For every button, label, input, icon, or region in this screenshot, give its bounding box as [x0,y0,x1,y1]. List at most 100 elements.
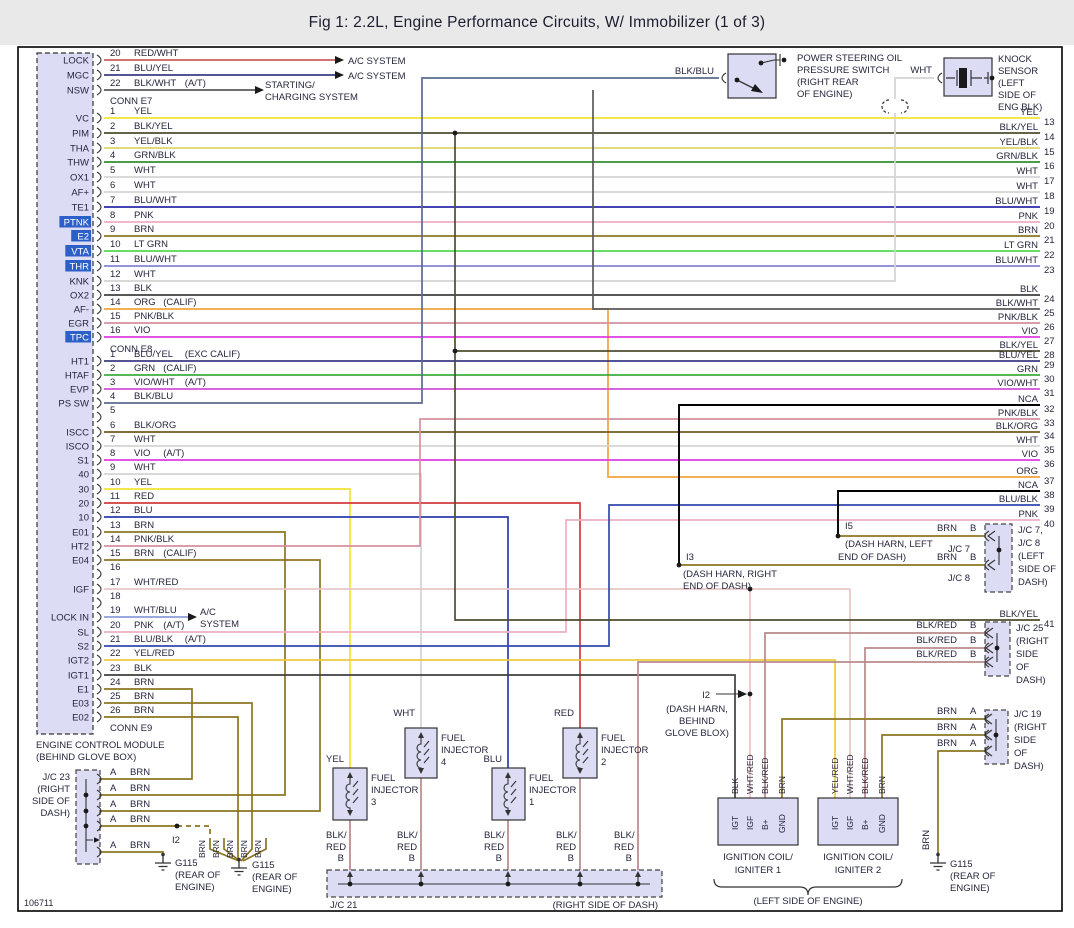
label: BLK/ [614,830,635,841]
edge-wire-number: 19 [1044,206,1055,217]
label: 3 [371,797,376,808]
pin-number: 11 [110,254,120,265]
engine-brace [714,879,902,895]
label: B [970,523,976,534]
ecm-pin-arc [97,641,101,651]
ecm-pin-arc [97,469,101,479]
wire-color-label: BLK/ORG [134,420,176,431]
label: BRN [877,776,887,794]
edge-wire-number: 37 [1044,476,1055,487]
ecm-pin-arc [97,584,101,594]
pin-number: 1 [110,106,115,117]
edge-wire-number: 18 [1044,191,1055,202]
label: WHT/RED [745,754,755,794]
label: A [970,738,977,749]
starting-system: STARTING/ [265,80,315,91]
edge-wire-number: 33 [1044,418,1055,429]
pin-number: 3 [110,377,115,388]
label: GND [877,814,887,833]
edge-wire-color: PNK [1018,509,1038,520]
splice-i2: I2 [702,690,710,701]
label: WHT/RED [845,754,855,794]
edge-wire-number: 27 [1044,336,1055,347]
wire-knk-sensor2 [895,78,934,99]
junction-dot [419,882,424,887]
wire-s2 [104,505,1040,646]
ecm-pin-arc [97,384,101,394]
wire-color-label: BLK/YEL [134,121,173,132]
label: BRN [937,552,957,563]
ecm-pin-name: MGC [67,71,89,82]
edge-wire-color: BLU/WHT [995,196,1038,207]
wire-color-label: YEL/BLK [134,136,173,147]
label: RED [326,842,346,853]
label: B [338,853,344,864]
pin-number: 15 [110,548,121,559]
wire-color-label: WHT [134,269,156,280]
ecm-pin-arc [97,512,101,522]
label: ENGINE) [950,883,990,894]
edge-wire-color: BLK [1020,284,1039,295]
label: DASH) [1016,675,1046,686]
edge-wire-color: YEL/BLK [999,137,1038,148]
ps-switch-label: POWER STEERING OIL [797,53,902,64]
wire-color-label: PNK/BLK [134,311,175,322]
ecm-pin-name: VC [76,114,89,125]
ecm-pin-name: EGR [68,319,89,330]
edge-wire-number: 32 [1044,404,1055,415]
edge-wire-color: PNK [1018,211,1038,222]
ecm-pin-arc [97,698,101,708]
label: BRN [937,738,957,749]
pin-number: 13 [110,283,121,294]
wire-color-label: VIO [134,448,150,459]
label: (RIGHT [37,784,70,795]
label: SIDE OF [1018,564,1056,575]
label: B [970,649,976,660]
label: BRN [253,840,263,858]
edge-wire-color: VIO/WHT [997,378,1038,389]
wire-wire25 [593,90,1040,309]
label: (RIGHT [1016,636,1049,647]
pin-number: 10 [110,239,121,250]
wire-color-label: WHT/BLU [134,605,177,616]
ecm-pin-arc [97,612,101,622]
coil1-label: IGNITION COIL/ [723,852,793,863]
i2-arrowhead [738,690,747,698]
pin-number: 26 [110,705,121,716]
ac-system-1: A/C SYSTEM [348,56,406,67]
label: BLK/RED [760,758,770,794]
label: PRESSURE SWITCH [797,65,890,76]
pin-number: 16 [110,562,121,573]
label: SIDE [1014,735,1036,746]
label: (LEFT [1018,551,1045,562]
label: (DASH HARN, RIGHT [683,569,777,580]
edge-wire-number: 26 [1044,322,1055,333]
label: (DASH HARN, [666,704,728,715]
ecm-pin-name: AF+ [71,188,89,199]
ac-system-3: A/C [200,607,216,618]
ecm-pin-name: ISCO [66,442,89,453]
junction-dot [990,76,995,81]
edge-wire-color: WHT [1016,166,1038,177]
label: IGF [745,816,755,830]
wire-jc25-2 [865,648,985,798]
edge-wire-color: GRN/BLK [996,151,1038,162]
jc23-box [76,770,100,864]
g115-right: G115 [950,859,973,870]
edge-wire-color: BLK/YEL [999,609,1038,620]
label: (RIGHT [1014,722,1047,733]
junction-dot [84,793,89,798]
ecm-pin-name: IGF [73,585,89,596]
edge-wire-color: PNK/BLK [998,312,1039,323]
ecm-pin-arc [97,70,101,80]
wiring-diagram-canvas: CONN E7LOCK20RED/WHTMGC21BLU/YELNSW22BLK… [0,0,1074,928]
ground-dot [161,853,165,857]
pin-number: 19 [110,605,121,616]
ecm-pin-arc [97,627,101,637]
junction-dot [636,882,641,887]
ecm-pin-name: E02 [72,713,89,724]
label: B [626,853,632,864]
pin-number: 6 [110,420,115,431]
edge-wire-number: 36 [1044,459,1055,470]
edge-wire-color: NCA [1018,394,1039,405]
